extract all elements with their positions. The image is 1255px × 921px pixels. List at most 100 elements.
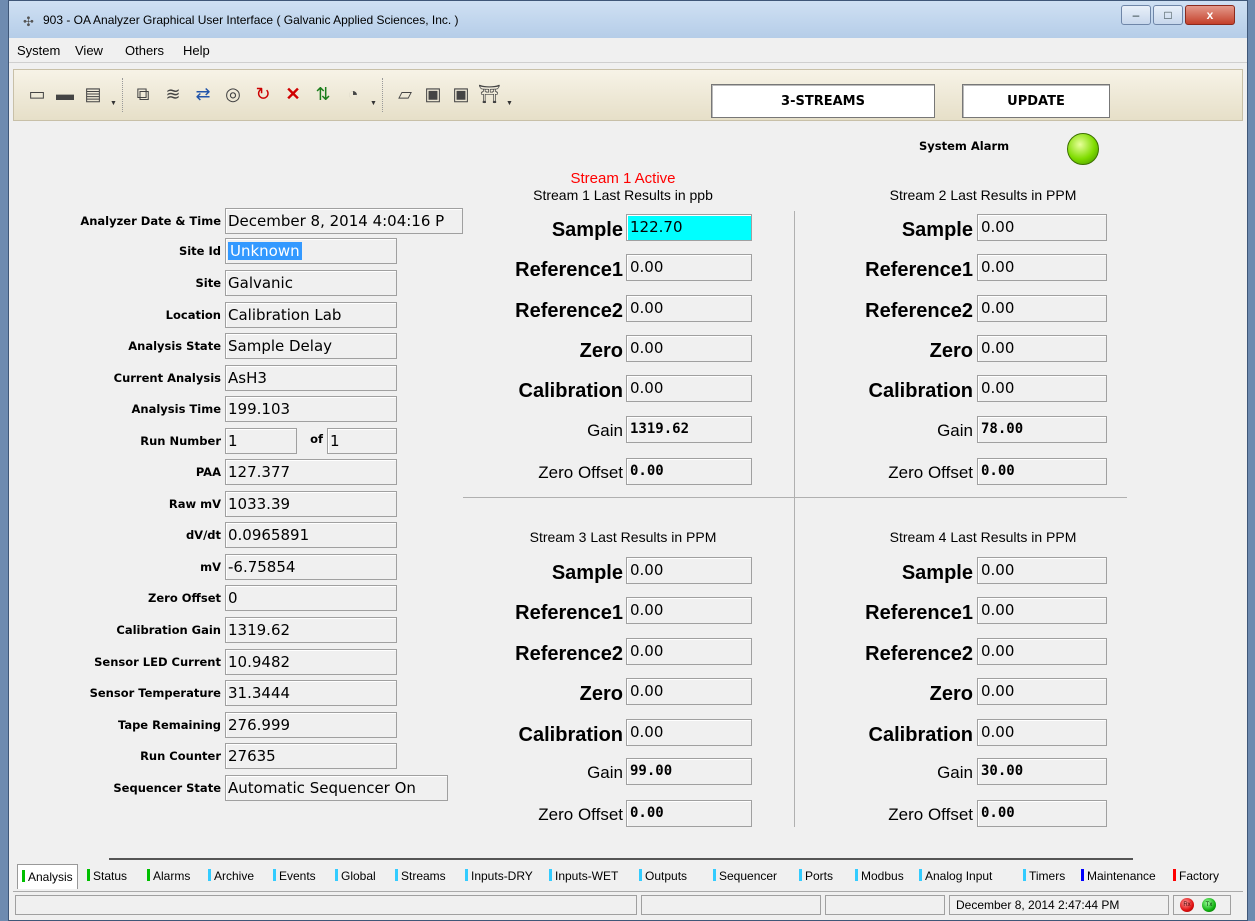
tab-label: Events <box>279 869 316 883</box>
tab-marker <box>147 869 150 881</box>
stream1-reference2-label: Reference2 <box>515 300 623 322</box>
zero-offset-field: 0 <box>225 585 397 611</box>
tab-archive[interactable]: Archive <box>208 867 254 885</box>
save-as-icon[interactable]: ▣ <box>450 83 472 105</box>
tab-timers[interactable]: Timers <box>1023 867 1065 885</box>
printer-icon[interactable]: ▭ <box>26 83 48 105</box>
raw-mv-field: 1033.39 <box>225 491 397 517</box>
stream-divider-horizontal <box>463 497 1127 498</box>
update-button[interactable]: UPDATE <box>962 84 1110 118</box>
mv-label: mV <box>200 560 221 574</box>
tab-streams[interactable]: Streams <box>395 867 446 885</box>
tab-inputs-dry[interactable]: Inputs-DRY <box>465 867 533 885</box>
chevron-down-icon[interactable]: ▼ <box>370 100 377 107</box>
analyzer-date-label: Analyzer Date & Time <box>80 214 221 228</box>
tab-alarms[interactable]: Alarms <box>147 867 190 885</box>
tab-marker <box>208 869 211 881</box>
tab-inputs-wet[interactable]: Inputs-WET <box>549 867 618 885</box>
toolbar: ▭ ▬ ▤ ▼ ⧉ ≋ ⇄ ◎ ↻ ✕ ⇅ ◔ ▼ ▱ ▣ ▣ ⛩ ▼ 3-ST… <box>13 69 1243 121</box>
gauge-icon[interactable]: ◎ <box>222 83 244 105</box>
maximize-button[interactable]: □ <box>1153 5 1183 25</box>
tab-analysis[interactable]: Analysis <box>17 864 78 889</box>
location-field[interactable]: Calibration Lab <box>225 302 397 328</box>
chevron-down-icon[interactable]: ▼ <box>110 100 117 107</box>
calibration-gain-field: 1319.62 <box>225 617 397 643</box>
stream4-reference1-field: 0.00 <box>977 597 1107 624</box>
tab-modbus[interactable]: Modbus <box>855 867 904 885</box>
stream3-calibration-label: Calibration <box>518 724 623 746</box>
stream2-reference2-label: Reference2 <box>865 300 973 322</box>
tab-marker <box>855 869 858 881</box>
close-button[interactable]: x <box>1185 5 1235 25</box>
run-number-field: 1 <box>225 428 297 454</box>
stream2-sample-label: Sample <box>901 219 973 241</box>
sensor-led-current-label: Sensor LED Current <box>94 655 221 669</box>
stream4-sample-label: Sample <box>901 562 973 584</box>
tab-outputs[interactable]: Outputs <box>639 867 687 885</box>
stream1-title: Stream 1 Last Results in ppb <box>533 187 713 203</box>
status-datetime: December 8, 2014 2:47:44 PM <box>949 895 1169 915</box>
stream1-gain-label: Gain <box>587 421 623 440</box>
stream2-sample-field: 0.00 <box>977 214 1107 241</box>
tab-ports[interactable]: Ports <box>799 867 833 885</box>
cancel-icon[interactable]: ✕ <box>282 83 304 105</box>
menu-bar: System View Others Help <box>9 38 1247 63</box>
tab-label: Archive <box>214 869 255 883</box>
sensor-temperature-field: 31.3444 <box>225 680 397 706</box>
tape-remaining-label: Tape Remaining <box>117 718 221 732</box>
window-title: 903 - OA Analyzer Graphical User Interfa… <box>43 13 459 27</box>
tab-events[interactable]: Events <box>273 867 316 885</box>
chart-icon[interactable]: ◔ <box>342 83 364 105</box>
connect-icon[interactable]: ⧉ <box>132 83 154 105</box>
exit-icon[interactable]: ⛩ <box>478 83 501 105</box>
menu-view[interactable]: View <box>75 43 103 58</box>
redo-icon[interactable]: ↻ <box>252 83 274 105</box>
stream1-zero-offset-label: Zero Offset <box>538 463 623 482</box>
stream3-reference1-field: 0.00 <box>626 597 752 624</box>
open-folder-icon[interactable]: ▱ <box>394 83 416 105</box>
menu-help[interactable]: Help <box>183 43 210 58</box>
stream-mode-display[interactable]: 3-STREAMS <box>711 84 935 118</box>
stream1-sample-label: Sample <box>551 219 623 241</box>
stream1-active-label: Stream 1 Active <box>570 170 676 187</box>
stream4-zero-label: Zero <box>929 683 973 705</box>
printer-setup-icon[interactable]: ▬ <box>54 83 76 105</box>
tab-sequencer[interactable]: Sequencer <box>713 867 777 885</box>
menu-others[interactable]: Others <box>125 43 164 58</box>
tab-maintenance[interactable]: Maintenance <box>1081 867 1156 885</box>
traffic-light-icon[interactable]: ⇅ <box>312 83 334 105</box>
site-field[interactable]: Galvanic <box>225 270 397 296</box>
save-icon[interactable]: ▣ <box>422 83 444 105</box>
title-bar[interactable]: ✣ 903 - OA Analyzer Graphical User Inter… <box>9 1 1247 39</box>
site-id-value: Unknown <box>228 242 302 260</box>
chevron-down-icon[interactable]: ▼ <box>506 100 513 107</box>
tab-label: Alarms <box>153 869 191 883</box>
tab-marker <box>1081 869 1084 881</box>
stream4-reference1-label: Reference1 <box>865 602 973 624</box>
stream-divider-vertical <box>794 211 795 827</box>
sequencer-state-label: Sequencer State <box>113 781 221 795</box>
stream1-reference1-field: 0.00 <box>626 254 752 281</box>
tab-marker <box>919 869 922 881</box>
toolbar-separator <box>382 78 384 112</box>
tab-status[interactable]: Status <box>87 867 127 885</box>
transfer-icon[interactable]: ⇄ <box>192 83 214 105</box>
stream1-reference2-field: 0.00 <box>626 295 752 322</box>
tab-factory[interactable]: Factory <box>1173 867 1219 885</box>
device-icon[interactable]: ▤ <box>82 83 104 105</box>
tab-analog-input[interactable]: Analog Input <box>919 867 992 885</box>
site-id-field[interactable]: Unknown <box>225 238 397 264</box>
minimize-button[interactable]: – <box>1121 5 1151 25</box>
tab-label: Timers <box>1029 869 1066 883</box>
tab-global[interactable]: Global <box>335 867 376 885</box>
stream3-sample-label: Sample <box>551 562 623 584</box>
scan-icon[interactable]: ≋ <box>162 83 184 105</box>
status-pane-1 <box>15 895 637 915</box>
menu-system[interactable]: System <box>17 43 60 58</box>
panel-bottom-rule <box>109 858 1133 860</box>
tab-marker <box>87 869 90 881</box>
analysis-time-field: 199.103 <box>225 396 397 422</box>
analysis-state-label: Analysis State <box>128 339 221 353</box>
tab-marker <box>639 869 642 881</box>
tab-label: Sequencer <box>719 869 778 883</box>
